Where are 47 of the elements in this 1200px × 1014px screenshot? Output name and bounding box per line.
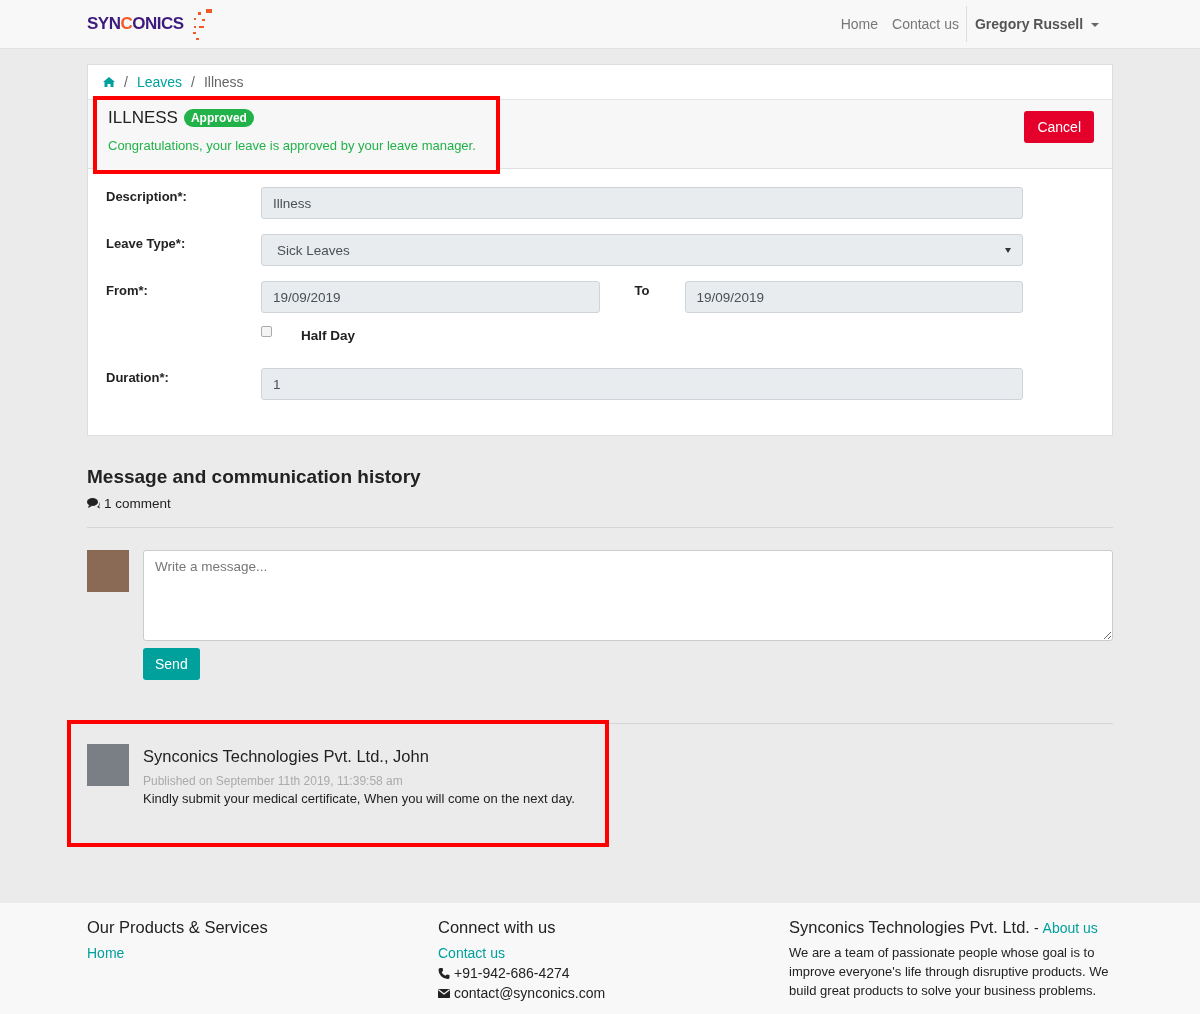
section-title: Message and communication history (87, 466, 422, 488)
footer-heading: Synconics Technologies Pvt. Ltd. (789, 918, 1030, 937)
separator-text: - (1033, 920, 1039, 936)
phone-number: +91-942-686-4274 (454, 965, 570, 981)
date-field[interactable]: 19/09/2019 (684, 281, 1023, 313)
footer-link[interactable]: About us (1042, 920, 1098, 936)
message-input[interactable]: Write a message... (143, 550, 1113, 641)
comment-author: Synconics Technologies Pvt. Ltd., John (143, 747, 430, 766)
footer-link[interactable]: Contact us (438, 945, 505, 961)
breadcrumb-link[interactable]: Leaves (136, 74, 183, 90)
checkbox[interactable] (261, 326, 272, 337)
leave-title: ILLNESS (108, 108, 178, 128)
status-message: Congratulations, your leave is approved by your leave manager. (108, 138, 476, 153)
cancel-button[interactable]: Cancel (1024, 111, 1094, 143)
comments-icon (87, 498, 101, 509)
footer-link[interactable]: Home (87, 945, 125, 961)
user-menu[interactable]: Gregory Russell (965, 6, 1106, 42)
about-text: We are a team of passionate people whose goal is to improve everyone's life through disruptive products. We build great products to solve your business problems. (789, 944, 1110, 1000)
field-label: Description*: (106, 188, 188, 204)
field-label: Duration*: (106, 369, 170, 385)
comment-date: Published on September 11th 2019, 11:39:58 am (143, 774, 404, 788)
avatar-photo (87, 550, 129, 592)
logo[interactable]: SYNCONICS (87, 7, 214, 41)
select-field[interactable]: Sick Leaves (261, 234, 1023, 266)
phone-icon (438, 967, 450, 979)
breadcrumb-separator: / (191, 74, 195, 90)
nav-link[interactable]: Contact us (885, 16, 966, 32)
envelope-icon (438, 987, 450, 999)
home-icon[interactable] (103, 77, 115, 87)
comment-text: Kindly submit your medical certificate, When you will come on the next day. (143, 791, 575, 806)
footer-heading: Connect with us (438, 918, 556, 937)
field-label: To (633, 282, 651, 298)
breadcrumb-current: Illness (203, 74, 244, 90)
field-label: Leave Type*: (106, 235, 187, 251)
avatar-photo (87, 744, 129, 786)
date-field[interactable]: 19/09/2019 (261, 281, 600, 313)
email-address: contact@synconics.com (454, 985, 606, 1001)
nav-link[interactable]: Home (833, 16, 885, 32)
send-button[interactable]: Send (143, 648, 200, 680)
input-field[interactable]: 1 (261, 368, 1023, 400)
comment-count: 1 comment (104, 496, 171, 511)
checkbox-label: Half Day (301, 328, 356, 343)
status-badge: Approved (183, 109, 254, 127)
field-label: From*: (106, 282, 149, 298)
breadcrumb-separator: / (124, 74, 128, 90)
input-field[interactable]: Illness (261, 187, 1023, 219)
footer-heading: Our Products & Services (87, 918, 268, 937)
